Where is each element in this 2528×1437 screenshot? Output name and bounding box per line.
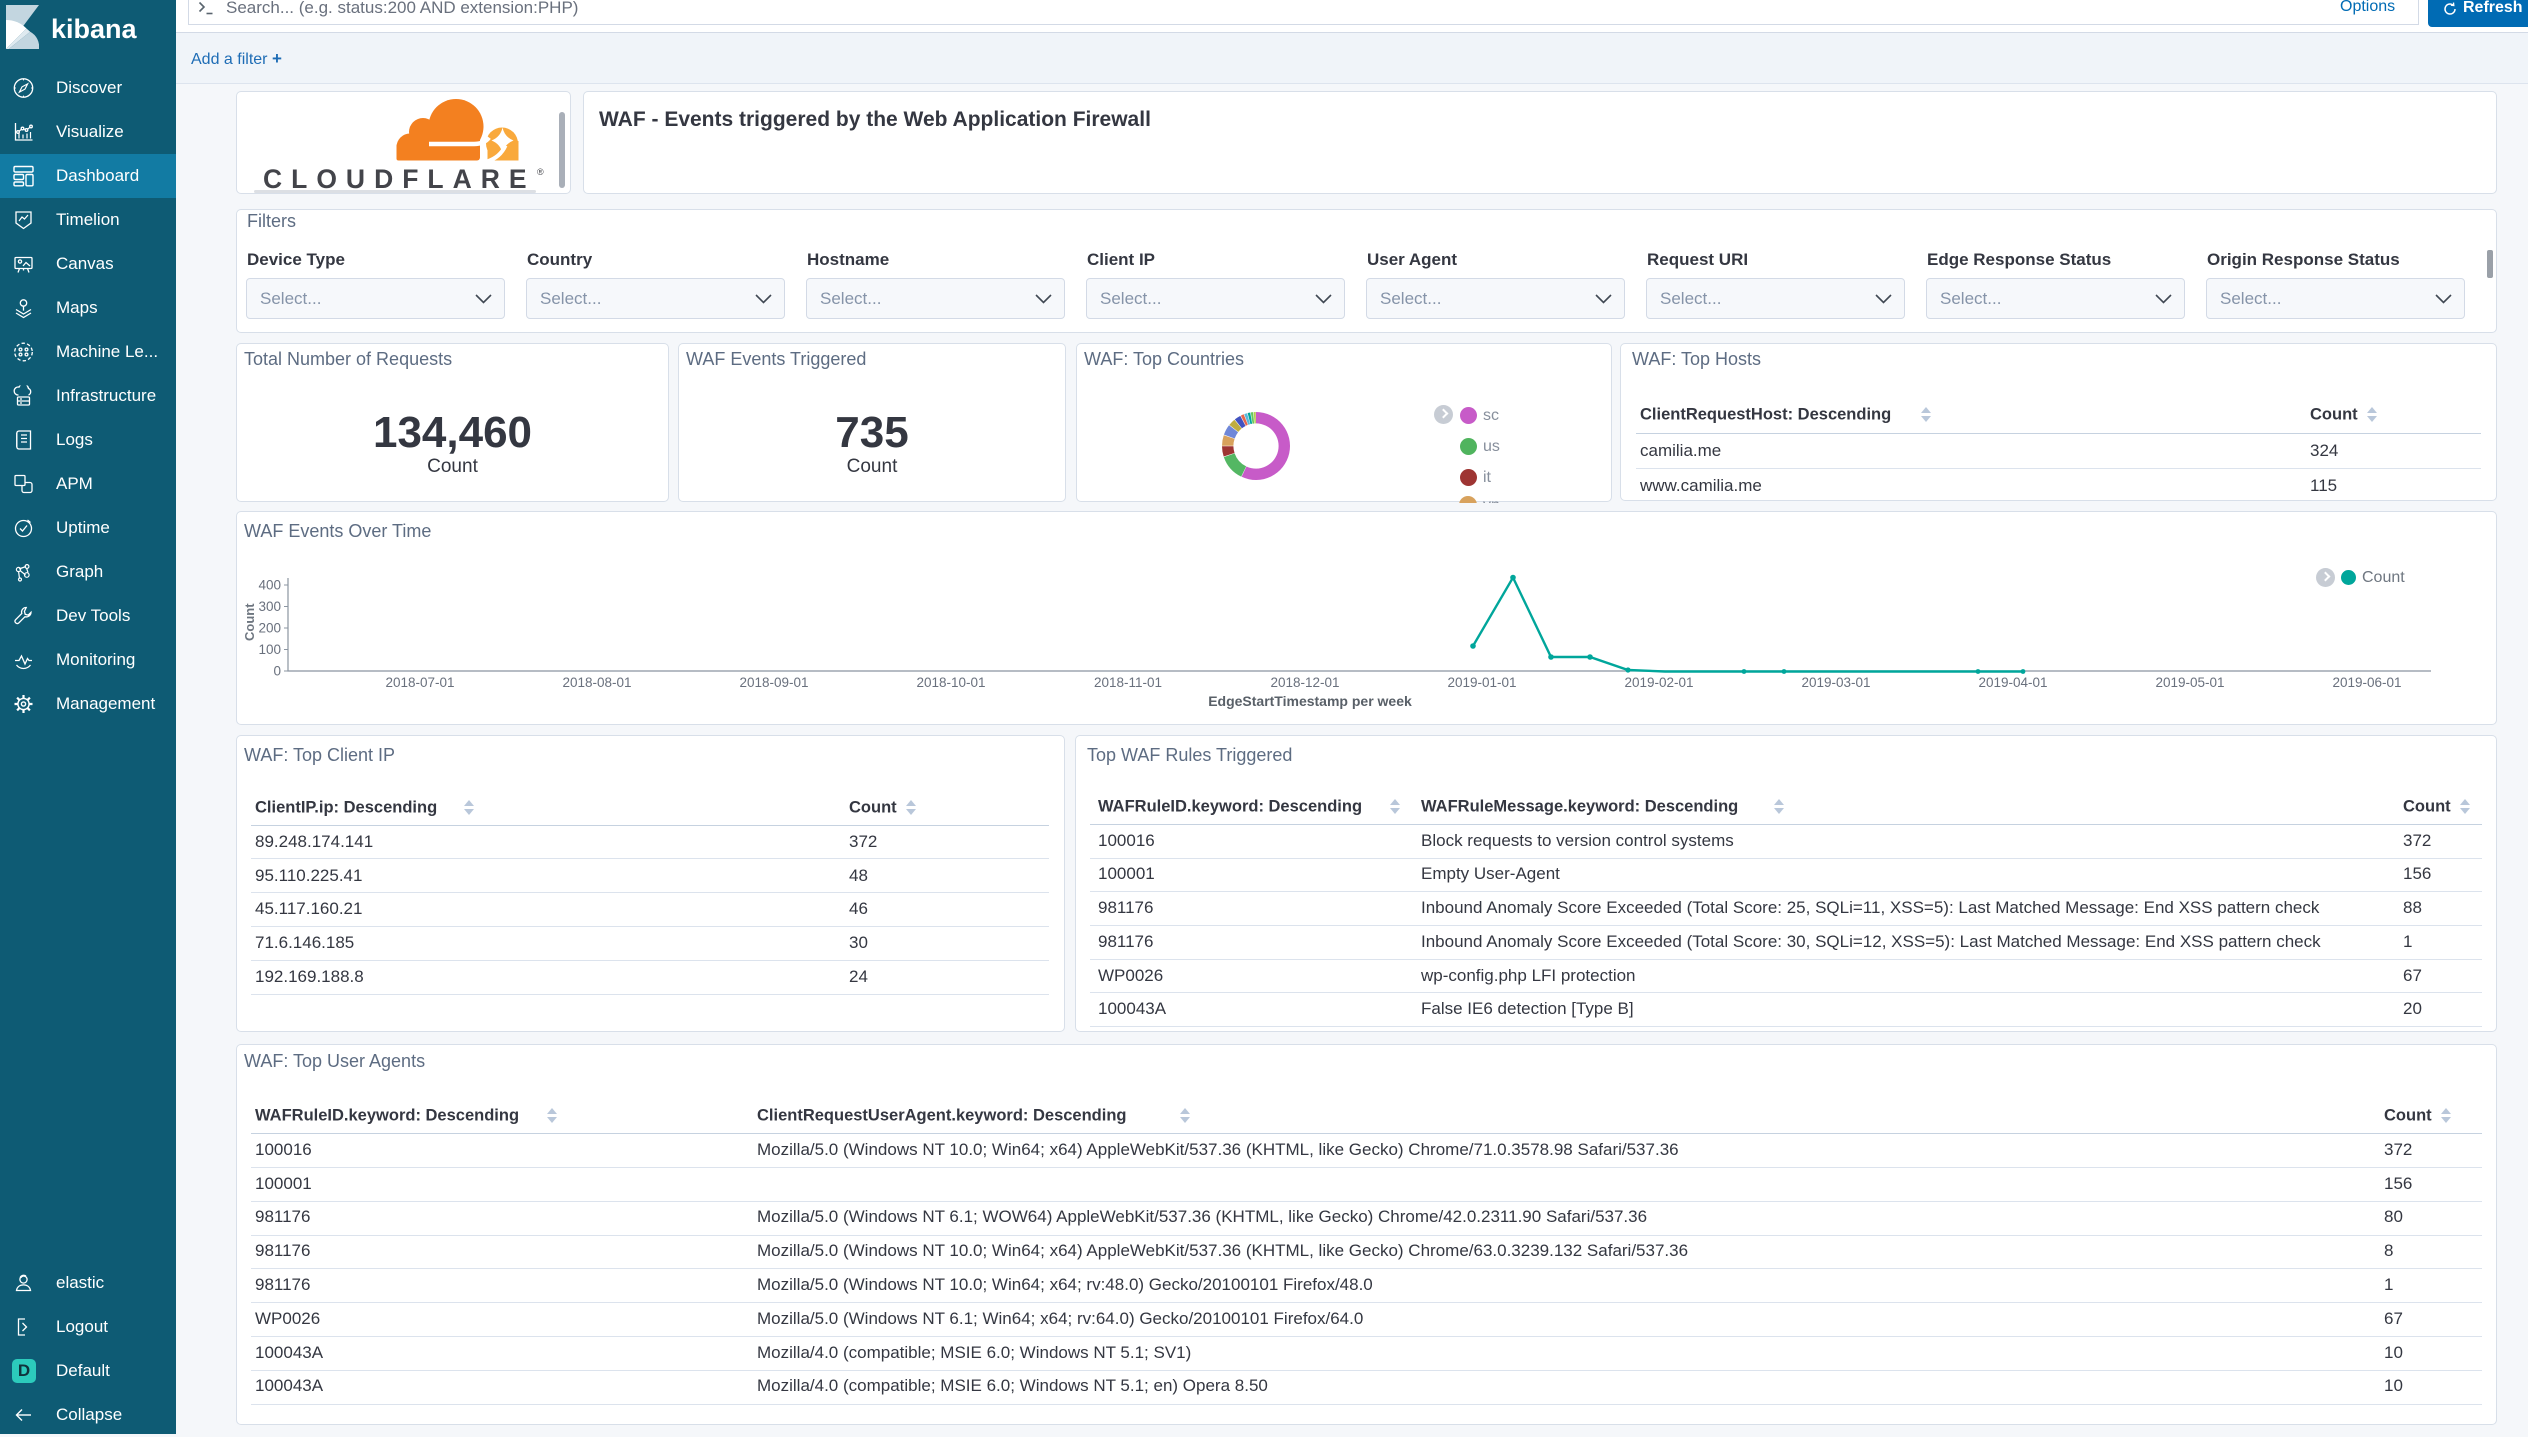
svg-text:0: 0 — [273, 664, 281, 679]
svg-text:2019-04-01: 2019-04-01 — [1978, 675, 2047, 690]
svg-text:2018-12-01: 2018-12-01 — [1270, 675, 1339, 690]
svg-text:2019-02-01: 2019-02-01 — [1624, 675, 1693, 690]
svg-text:400: 400 — [258, 578, 281, 593]
svg-text:300: 300 — [258, 599, 281, 614]
svg-text:200: 200 — [258, 621, 281, 636]
svg-text:EdgeStartTimestamp per week: EdgeStartTimestamp per week — [1208, 693, 1412, 709]
svg-text:2018-08-01: 2018-08-01 — [562, 675, 631, 690]
svg-text:100: 100 — [258, 642, 281, 657]
svg-text:2018-11-01: 2018-11-01 — [1094, 675, 1162, 690]
svg-text:2018-09-01: 2018-09-01 — [739, 675, 808, 690]
svg-text:2019-05-01: 2019-05-01 — [2155, 675, 2224, 690]
svg-text:2018-07-01: 2018-07-01 — [385, 675, 454, 690]
svg-text:2019-03-01: 2019-03-01 — [1801, 675, 1870, 690]
svg-text:2019-06-01: 2019-06-01 — [2332, 675, 2401, 690]
svg-text:2019-01-01: 2019-01-01 — [1447, 675, 1516, 690]
svg-text:2018-10-01: 2018-10-01 — [916, 675, 985, 690]
